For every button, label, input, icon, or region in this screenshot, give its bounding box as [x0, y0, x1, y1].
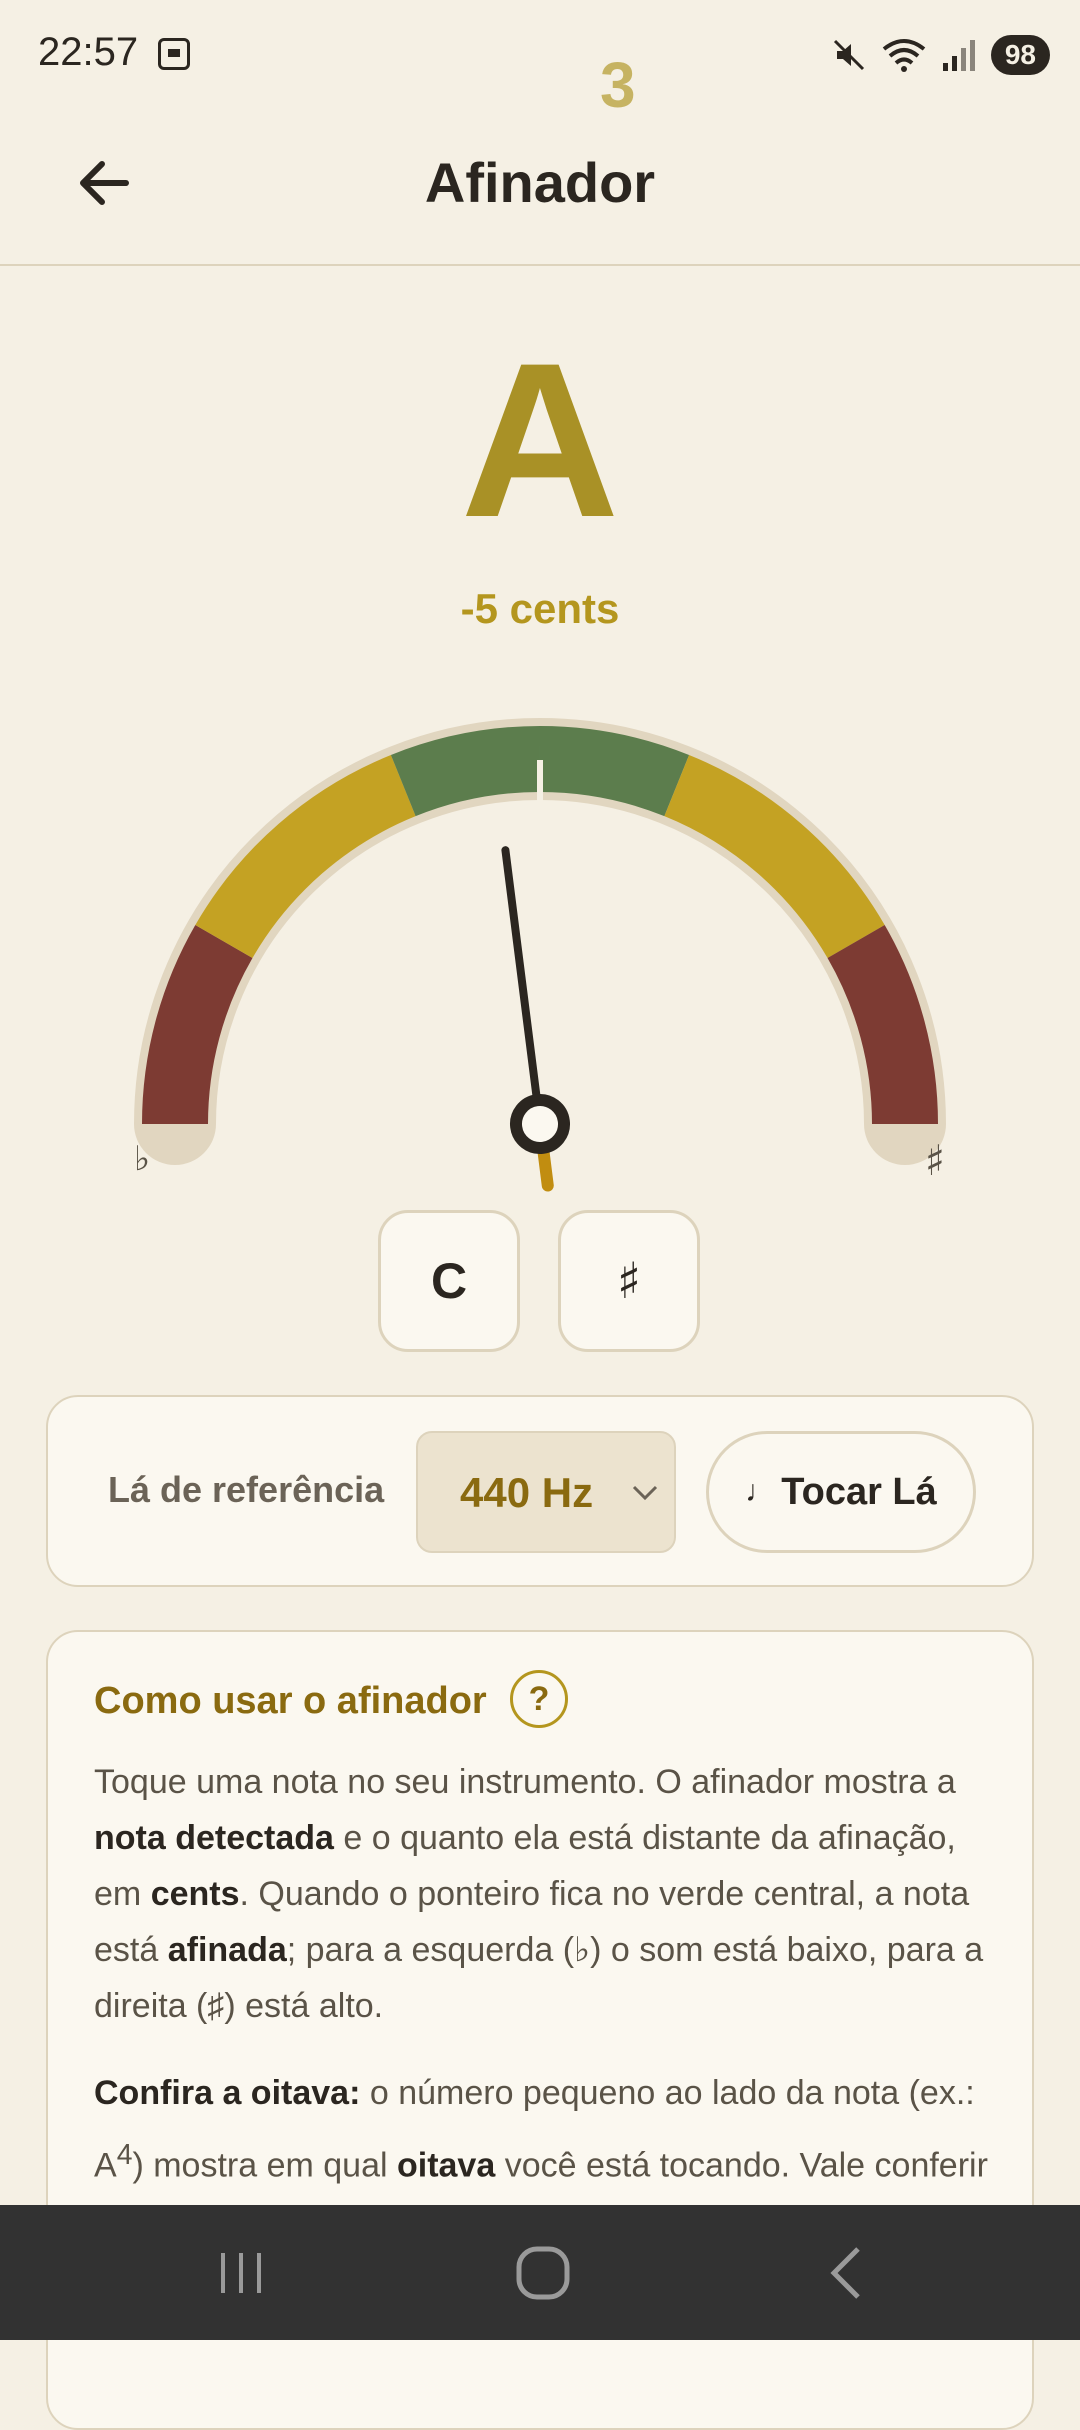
status-time: 22:57: [38, 30, 139, 74]
gauge-needle: [501, 846, 570, 1192]
play-reference-label: Tocar Lá: [781, 1470, 937, 1513]
reference-pitch-card: Lá de referência 440 Hz ♩ Tocar Lá: [46, 1395, 1034, 1587]
recents-icon[interactable]: [215, 2245, 271, 2301]
back-nav-icon[interactable]: [820, 2245, 876, 2301]
note-octave: 3: [600, 49, 636, 121]
detected-note: A: [0, 330, 1080, 550]
gauge-segment-yellow-right: [663, 754, 885, 959]
flat-symbol: ♭: [134, 1139, 150, 1179]
status-icons: 98: [831, 30, 1050, 80]
cents-readout: -5 cents: [460, 585, 620, 632]
reference-label: Lá de referência: [108, 1469, 385, 1510]
page-title: Afinador: [424, 151, 656, 214]
help-title: Como usar o afinador: [94, 1680, 487, 1722]
sharp-symbol: ♯: [925, 1136, 945, 1185]
accidental-toggle-button[interactable]: ♯: [558, 1210, 700, 1352]
wifi-icon: [882, 39, 926, 72]
help-paragraph-1: Toque uma nota no seu instrumento. O afi…: [94, 1763, 984, 2025]
gauge-segment-green-left: [390, 726, 541, 817]
help-question-icon[interactable]: ?: [510, 1670, 568, 1728]
chevron-down-icon: [632, 1485, 658, 1501]
play-reference-button[interactable]: ♩ Tocar Lá: [706, 1431, 976, 1553]
system-nav-bar: [0, 2205, 1080, 2340]
reference-frequency-value: 440 Hz: [460, 1469, 594, 1516]
signal-icon: [942, 40, 975, 71]
gauge-segment-yellow-left: [195, 754, 417, 959]
mute-icon: [833, 39, 864, 71]
status-bar: 22:57 98: [0, 0, 1080, 110]
gauge-segment-green-right: [539, 726, 690, 817]
note-name-toggle-label: C: [430, 1253, 468, 1309]
app-bar: Afinador: [0, 110, 1080, 266]
note-name-toggle-button[interactable]: C: [378, 1210, 520, 1352]
music-note-icon: ♩: [745, 1475, 776, 1508]
accidental-toggle-label: ♯: [616, 1252, 642, 1310]
battery-level: 98: [990, 35, 1050, 75]
screenshot-icon: [158, 38, 190, 70]
reference-frequency-select[interactable]: 440 Hz: [416, 1431, 676, 1553]
home-icon[interactable]: [515, 2245, 571, 2301]
note-letter: A: [460, 317, 620, 563]
tuner-gauge: ♭ ♯: [134, 718, 946, 1192]
